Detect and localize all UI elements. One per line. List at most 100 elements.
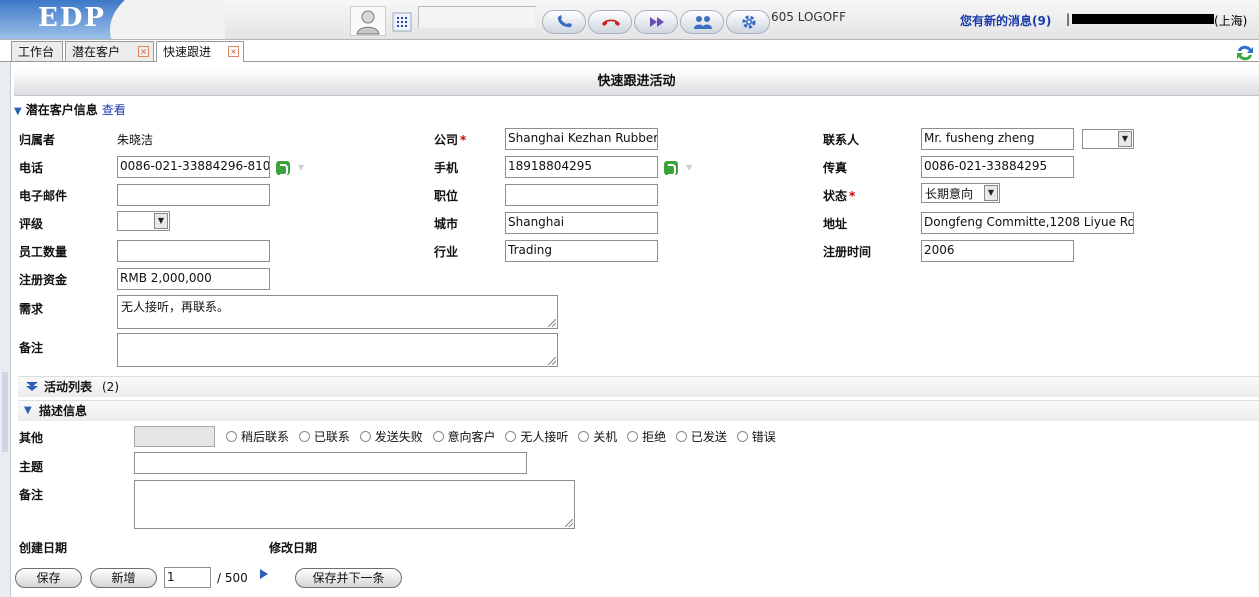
lead-remarks-textarea[interactable]: [117, 333, 558, 367]
agent-status-field[interactable]: [418, 6, 536, 28]
regtime-label: 注册时间: [823, 245, 872, 259]
radio-icon: [675, 431, 687, 442]
position-label: 职位: [434, 189, 459, 203]
chevron-down-icon: ▼: [1118, 131, 1132, 147]
new-messages-link[interactable]: 您有新的消息(9): [960, 12, 1051, 29]
chevron-down-icon: ▼: [154, 213, 168, 229]
agent-avatar-icon[interactable]: [350, 6, 386, 36]
description-title: 描述信息: [39, 404, 88, 418]
next-page-icon[interactable]: [259, 568, 269, 583]
radio-option[interactable]: 意向客户: [432, 430, 496, 444]
city-input[interactable]: Shanghai: [505, 212, 658, 234]
view-link[interactable]: 查看: [102, 103, 126, 117]
chevron-down-icon[interactable]: ▼: [14, 106, 22, 117]
tab-label: 快速跟进: [163, 45, 212, 59]
dial-dropdown-icon[interactable]: ▼: [298, 163, 304, 172]
tab-leads[interactable]: 潜在客户 ×: [65, 41, 154, 61]
activity-remarks-textarea[interactable]: [134, 480, 575, 529]
radio-option[interactable]: 错误: [736, 430, 776, 444]
industry-label: 行业: [434, 245, 459, 259]
radio-option[interactable]: 拒绝: [627, 430, 666, 444]
employees-label: 员工数量: [19, 245, 68, 259]
result-radio-group: 稍后联系 已联系 发送失败 意向客户 无人接听 关机 拒绝 已发送 错误: [226, 428, 782, 445]
page-number-input[interactable]: 1: [164, 567, 211, 588]
dial-mobile-icon[interactable]: [664, 161, 678, 176]
top-toolbar: EDP 605 LOGOFF 您有新的消息(9) | (上海): [0, 0, 1259, 40]
fax-input[interactable]: 0086-021-33884295: [921, 156, 1074, 178]
radio-icon: [298, 431, 310, 442]
page-total: / 500: [217, 571, 248, 585]
radio-option[interactable]: 已联系: [298, 430, 350, 444]
activity-list-header[interactable]: 活动列表 (2): [18, 376, 1259, 397]
transfer-button[interactable]: [634, 10, 678, 34]
tab-workbench[interactable]: 工作台: [11, 41, 63, 61]
logoff-link[interactable]: 605 LOGOFF: [771, 10, 846, 24]
regtime-input[interactable]: 2006: [921, 240, 1074, 262]
address-input[interactable]: Dongfeng Committe,1208 Liyue Roa: [921, 212, 1134, 234]
radio-option[interactable]: 发送失败: [359, 430, 423, 444]
email-input[interactable]: [117, 184, 270, 206]
radio-option[interactable]: 关机: [578, 430, 617, 444]
radio-icon: [432, 431, 444, 442]
radio-icon: [736, 431, 748, 442]
answer-call-button[interactable]: [542, 10, 586, 34]
dial-phone-icon[interactable]: [276, 161, 290, 176]
close-icon[interactable]: ×: [228, 46, 239, 57]
activity-remarks-label: 备注: [19, 488, 44, 502]
save-and-next-button[interactable]: 保存并下一条: [295, 568, 402, 588]
user-city: (上海): [1214, 14, 1248, 28]
redacted-user-info: [1072, 14, 1214, 24]
hangup-button[interactable]: [588, 10, 632, 34]
subject-label: 主题: [19, 460, 44, 474]
description-header[interactable]: ▼ 描述信息: [18, 400, 1259, 421]
company-input[interactable]: Shanghai Kezhan Rubber: [505, 128, 658, 150]
rating-select[interactable]: ▼: [117, 211, 170, 231]
subject-input[interactable]: [134, 452, 527, 474]
tab-label: 潜在客户: [72, 45, 121, 59]
settings-button[interactable]: [726, 10, 770, 34]
activity-list-title: 活动列表: [44, 380, 93, 394]
company-label: 公司 *: [434, 133, 467, 147]
radio-option[interactable]: 无人接听: [505, 430, 568, 444]
other-input[interactable]: [134, 426, 215, 447]
employees-input[interactable]: [117, 240, 270, 262]
activity-count: (2): [102, 380, 119, 394]
chevron-down-icon: ▼: [24, 405, 32, 416]
mobile-input[interactable]: 18918804295: [505, 156, 658, 178]
logo-text: EDP: [38, 3, 106, 33]
refresh-icon[interactable]: [1234, 42, 1256, 64]
needs-textarea[interactable]: 无人接听，再联系。: [117, 295, 558, 329]
gear-icon: [742, 15, 756, 29]
new-button[interactable]: 新增: [90, 568, 157, 588]
other-label: 其他: [19, 431, 44, 445]
dial-dropdown-icon[interactable]: ▼: [686, 163, 692, 172]
radio-option[interactable]: 稍后联系: [226, 430, 289, 444]
page-title: 快速跟进活动: [14, 69, 1259, 96]
fax-label: 传真: [823, 161, 848, 175]
fast-forward-icon: [650, 17, 664, 27]
conference-button[interactable]: [680, 10, 724, 34]
phone-input[interactable]: 0086-021-33884296-810: [117, 156, 270, 178]
position-input[interactable]: [505, 184, 658, 206]
tab-quick-followup[interactable]: 快速跟进 ×: [156, 41, 244, 62]
save-button[interactable]: 保存: [15, 568, 82, 588]
chevron-down-icon: ▼: [984, 185, 998, 201]
needs-label: 需求: [19, 302, 44, 316]
status-selected: 长期意向: [925, 187, 974, 201]
lead-info-header: ▼ 潜在客户信息 查看: [14, 101, 126, 118]
industry-input[interactable]: Trading: [505, 240, 658, 262]
contact-title-select[interactable]: ▼: [1082, 129, 1134, 149]
section-title: 潜在客户信息: [25, 103, 98, 117]
owner-label: 归属者: [19, 133, 56, 147]
status-select[interactable]: 长期意向 ▼: [921, 183, 1000, 203]
contact-label: 联系人: [823, 133, 860, 147]
close-icon[interactable]: ×: [138, 46, 149, 57]
radio-option[interactable]: 已发送: [675, 430, 727, 444]
owner-value: 朱晓洁: [117, 133, 154, 147]
left-collapse-strip[interactable]: [0, 62, 11, 597]
dialpad-icon[interactable]: [392, 12, 412, 32]
status-label: 状态 *: [823, 189, 856, 203]
contact-input[interactable]: Mr. fusheng zheng: [921, 128, 1074, 150]
radio-icon: [505, 431, 517, 442]
capital-input[interactable]: RMB 2,000,000: [117, 268, 270, 290]
